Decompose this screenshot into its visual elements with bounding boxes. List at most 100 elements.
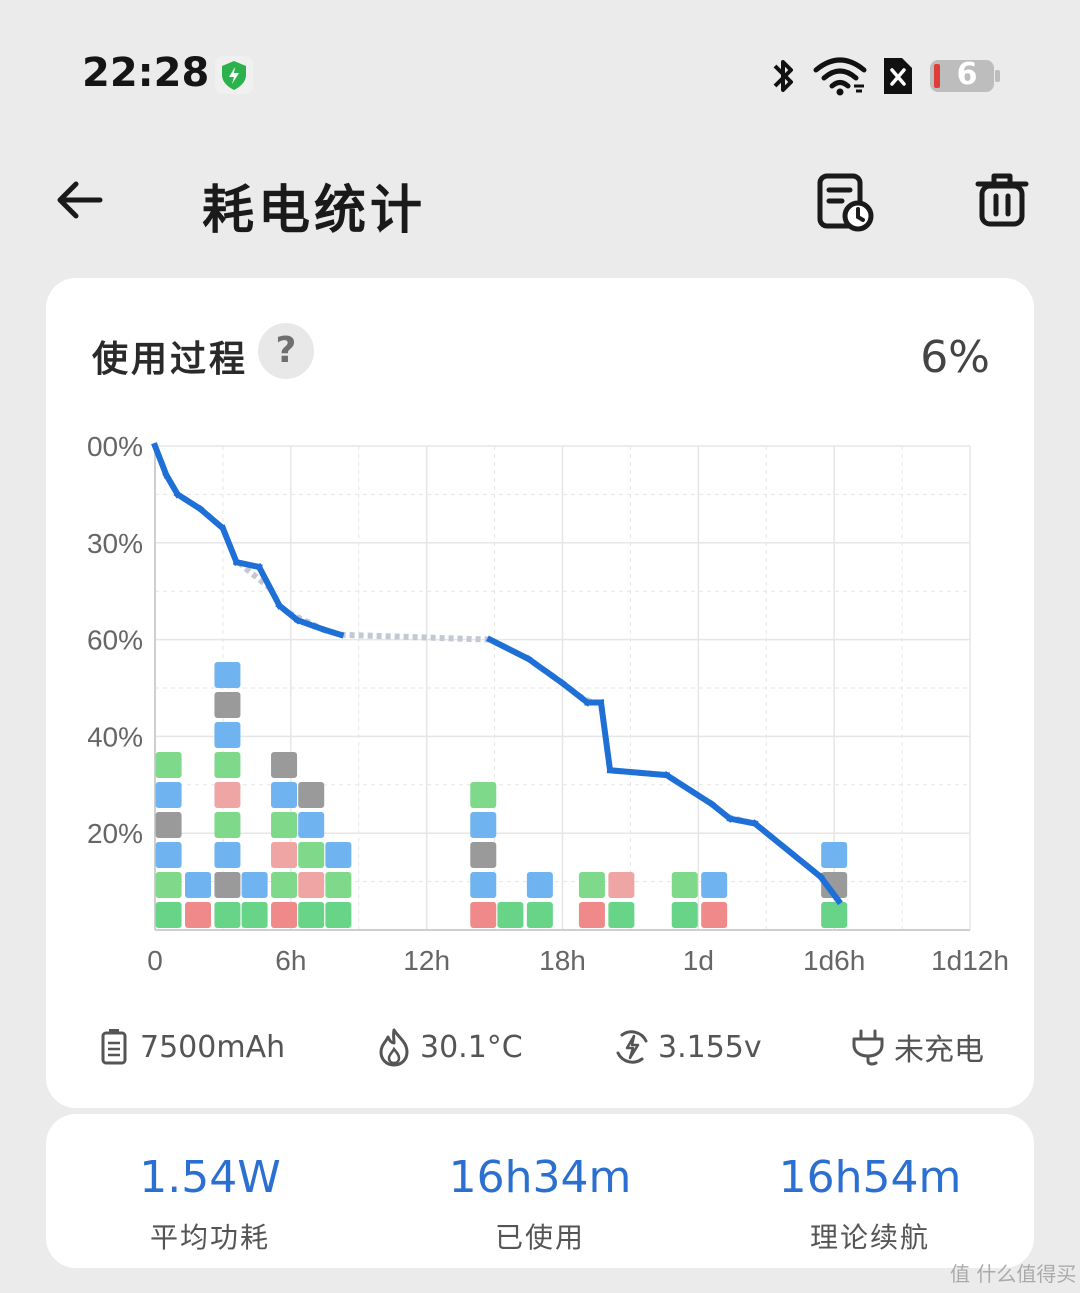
- app-usage-marker: [608, 902, 635, 928]
- history-record-icon[interactable]: [812, 170, 876, 234]
- capacity-text: 7500mAh: [140, 1029, 286, 1065]
- app-icon-marker: [271, 812, 298, 838]
- shield-check-icon: [215, 56, 253, 94]
- x-tick-label: 6h: [275, 945, 306, 976]
- app-icon-marker: [325, 842, 352, 868]
- battery-line-segment: [707, 799, 735, 823]
- current-battery-percent: 6%: [920, 332, 990, 383]
- app-icon-marker: [155, 812, 182, 838]
- battery-line-segment: [151, 442, 171, 479]
- x-tick-label: 1d6h: [803, 945, 865, 976]
- avg-power-value: 1.54W: [139, 1152, 281, 1203]
- arrow-left-icon[interactable]: [52, 172, 108, 228]
- y-tick-label: 20%: [88, 818, 143, 849]
- battery-line-segment: [558, 678, 592, 707]
- estimated-life-label: 理论续航: [809, 1221, 930, 1254]
- app-usage-marker: [578, 902, 605, 928]
- temperature: 30.1°C: [374, 1022, 523, 1072]
- battery-line-segment: [275, 601, 302, 625]
- app-icon-marker: [214, 752, 241, 778]
- status-bar: 22:28 6: [0, 0, 1080, 140]
- sim-error-icon: [884, 58, 912, 94]
- app-icon-marker: [578, 872, 605, 898]
- battery-capacity: 7500mAh: [94, 1022, 285, 1072]
- app-icon-marker: [470, 872, 497, 898]
- app-usage-marker: [701, 902, 728, 928]
- y-tick-label: 40%: [88, 721, 143, 752]
- x-tick-label: 18h: [539, 945, 586, 976]
- battery-line-segment: [606, 767, 670, 779]
- app-usage-marker: [325, 902, 352, 928]
- app-usage-marker: [185, 902, 212, 928]
- app-icon-marker: [470, 782, 497, 808]
- app-icon-marker: [214, 722, 241, 748]
- y-tick-label: 60%: [88, 625, 143, 656]
- estimated-life-value: 16h54m: [778, 1152, 962, 1203]
- app-icon-marker: [155, 752, 182, 778]
- battery-line-segment: [219, 524, 241, 567]
- app-icon-marker: [214, 872, 241, 898]
- battery-line-segment: [173, 490, 205, 514]
- app-icon-marker: [185, 872, 212, 898]
- app-usage-marker: [271, 902, 298, 928]
- app-icon-marker: [271, 752, 298, 778]
- app-usage-marker: [155, 902, 182, 928]
- temperature-text: 30.1°C: [420, 1029, 523, 1065]
- bluetooth-icon: [773, 60, 793, 92]
- y-tick-label: 30%: [88, 528, 143, 559]
- y-tick-label: 00%: [88, 431, 143, 462]
- x-tick-label: 1d: [683, 945, 714, 976]
- wifi-icon: [813, 57, 867, 96]
- app-icon-marker: [271, 872, 298, 898]
- x-tick-label: 0: [147, 945, 163, 976]
- app-icon-marker: [214, 812, 241, 838]
- voltage-text: 3.155v: [658, 1029, 762, 1065]
- battery-line-segment: [486, 635, 533, 663]
- app-icon-marker: [298, 782, 325, 808]
- battery-line-segment: [196, 504, 228, 533]
- app-icon-marker: [298, 842, 325, 868]
- help-button[interactable]: ?: [258, 323, 314, 379]
- app-icon-marker: [214, 662, 241, 688]
- battery-line-segment: [255, 562, 284, 610]
- battery-capacity-icon: [101, 1029, 127, 1065]
- app-icon-marker: [214, 782, 241, 808]
- app-icon-marker: [214, 842, 241, 868]
- avg-power-label: 平均功耗: [149, 1221, 270, 1254]
- battery-line-segment: [750, 819, 825, 881]
- voltage: 3.155v: [612, 1022, 762, 1072]
- app-icon-marker: [214, 692, 241, 718]
- app-usage-marker: [470, 902, 497, 928]
- app-icon-marker: [608, 872, 635, 898]
- x-tick-label: 12h: [403, 945, 450, 976]
- app-usage-marker: [497, 902, 524, 928]
- app-icon-marker: [821, 842, 848, 868]
- app-icon-marker: [526, 872, 553, 898]
- battery-line-segment: [726, 815, 759, 828]
- app-usage-marker: [214, 902, 241, 928]
- app-usage-marker: [241, 902, 268, 928]
- usage-section-title: 使用过程: [92, 339, 249, 380]
- plug-icon: [852, 1029, 884, 1066]
- app-icon-marker: [325, 872, 352, 898]
- app-icon-marker: [298, 812, 325, 838]
- app-icon-marker: [470, 842, 497, 868]
- app-icon-marker: [470, 812, 497, 838]
- trash-icon[interactable]: [970, 168, 1034, 232]
- battery-usage-chart: 00% 30% 60% 40% 20% 0 6h 12h 18h 1d 1d6h 1d12h: [88, 431, 1009, 976]
- app-icon-marker: [671, 872, 698, 898]
- battery-line-segment: [662, 770, 717, 809]
- app-icon-marker: [155, 842, 182, 868]
- flame-icon: [379, 1028, 409, 1067]
- page-title: 耗电统计: [202, 181, 427, 241]
- app-icon-marker: [155, 782, 182, 808]
- app-icon-marker: [701, 872, 728, 898]
- charging-status: 未充电: [848, 1022, 984, 1072]
- battery-line-segment: [321, 626, 345, 639]
- voltage-icon: [616, 1030, 648, 1064]
- app-usage-marker: [671, 902, 698, 928]
- used-time-value: 16h34m: [448, 1152, 632, 1203]
- app-usage-marker: [821, 902, 848, 928]
- app-usage-marker: [526, 902, 553, 928]
- app-icon-marker: [241, 872, 268, 898]
